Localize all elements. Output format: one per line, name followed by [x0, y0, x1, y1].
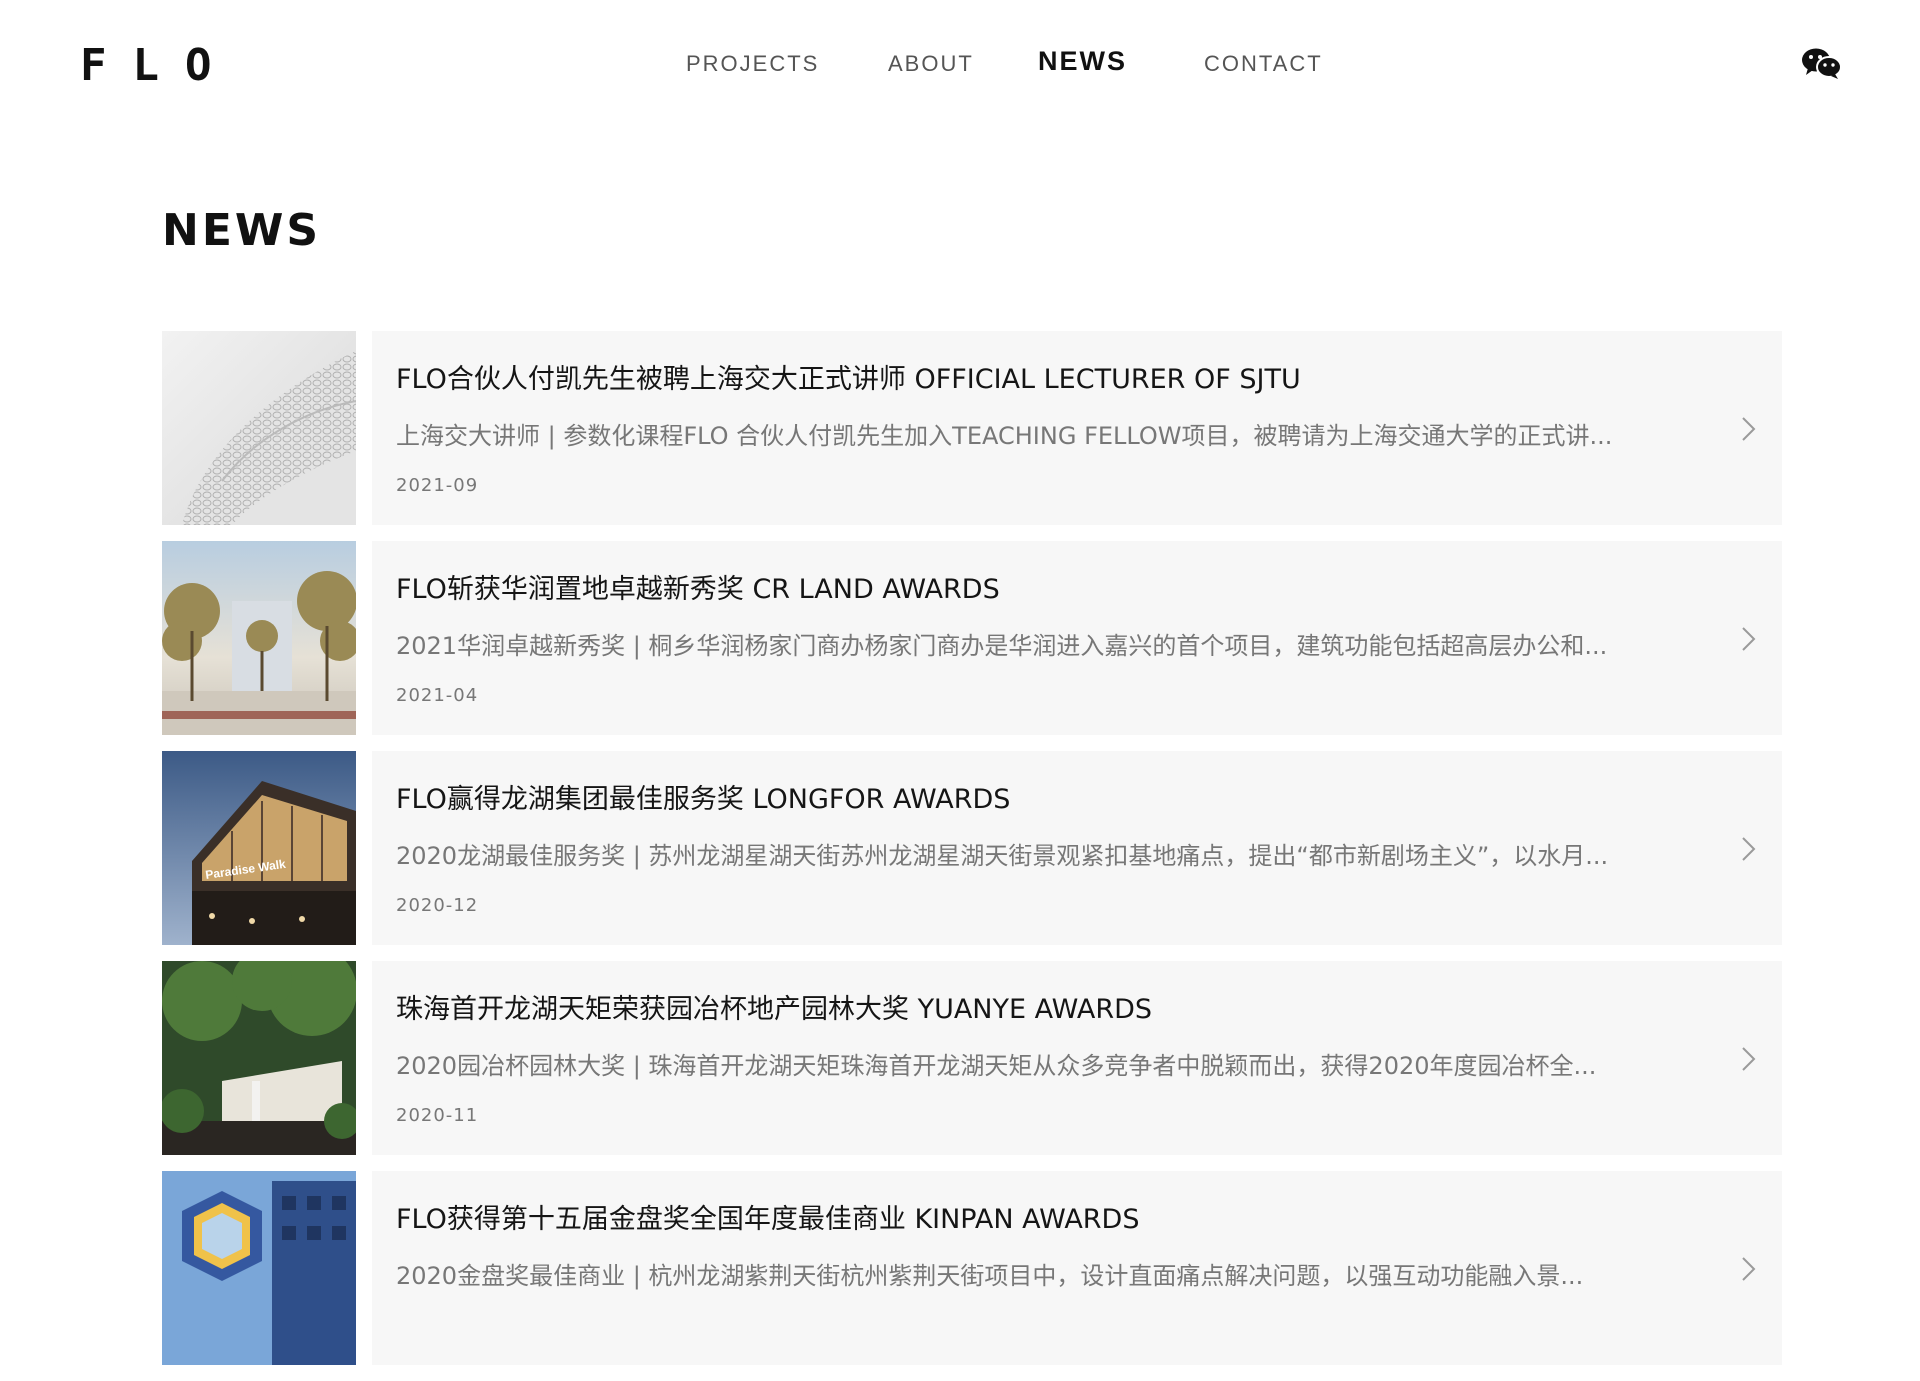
chevron-right-icon[interactable] — [1740, 415, 1758, 443]
news-thumbnail[interactable]: Paradise Walk — [162, 751, 356, 945]
news-thumbnail[interactable] — [162, 331, 356, 525]
chevron-right-icon[interactable] — [1740, 835, 1758, 863]
nav-about[interactable]: ABOUT — [888, 48, 974, 80]
news-date: 2021-04 — [396, 685, 479, 706]
news-item[interactable]: Paradise Walk FLO赢得龙湖集团最佳服务奖 LONGFOR AWA… — [162, 751, 1782, 945]
news-title[interactable]: FLO斩获华润置地卓越新秀奖 CR LAND AWARDS — [396, 571, 1696, 609]
news-card[interactable]: FLO获得第十五届金盘奖全国年度最佳商业 KINPAN AWARDS 2020金… — [372, 1171, 1782, 1365]
chevron-right-icon[interactable] — [1740, 625, 1758, 653]
news-thumbnail[interactable] — [162, 541, 356, 735]
news-list: FLO合伙人付凯先生被聘上海交大正式讲师 OFFICIAL LECTURER O… — [162, 331, 1782, 1381]
nav-projects[interactable]: PROJECTS — [686, 48, 819, 80]
news-item[interactable]: FLO合伙人付凯先生被聘上海交大正式讲师 OFFICIAL LECTURER O… — [162, 331, 1782, 525]
news-card[interactable]: 珠海首开龙湖天矩荣获园冶杯地产园林大奖 YUANYE AWARDS 2020园冶… — [372, 961, 1782, 1155]
news-thumbnail[interactable] — [162, 961, 356, 1155]
news-card[interactable]: FLO合伙人付凯先生被聘上海交大正式讲师 OFFICIAL LECTURER O… — [372, 331, 1782, 525]
site-header: FLO PROJECTS ABOUT NEWS CONTACT — [0, 0, 1920, 128]
chevron-right-icon[interactable] — [1740, 1045, 1758, 1073]
news-description: 2020龙湖最佳服务奖 | 苏州龙湖星湖天街苏州龙湖星湖天街景观紧扣基地痛点，提… — [396, 842, 1609, 870]
news-title[interactable]: FLO赢得龙湖集团最佳服务奖 LONGFOR AWARDS — [396, 781, 1696, 819]
news-description: 上海交大讲师 | 参数化课程FLO 合伙人付凯先生加入TEACHING FELL… — [396, 422, 1613, 450]
news-date: 2020-11 — [396, 1105, 479, 1126]
news-date: 2020-12 — [396, 895, 479, 916]
news-item[interactable]: FLO斩获华润置地卓越新秀奖 CR LAND AWARDS 2021华润卓越新秀… — [162, 541, 1782, 735]
news-title[interactable]: FLO获得第十五届金盘奖全国年度最佳商业 KINPAN AWARDS — [396, 1201, 1696, 1239]
nav-contact[interactable]: CONTACT — [1204, 48, 1323, 80]
news-item[interactable]: FLO获得第十五届金盘奖全国年度最佳商业 KINPAN AWARDS 2020金… — [162, 1171, 1782, 1365]
news-description: 2020园冶杯园林大奖 | 珠海首开龙湖天矩珠海首开龙湖天矩从众多竞争者中脱颖而… — [396, 1052, 1597, 1080]
news-title[interactable]: 珠海首开龙湖天矩荣获园冶杯地产园林大奖 YUANYE AWARDS — [396, 991, 1696, 1029]
page-title: NEWS — [162, 205, 322, 256]
news-item[interactable]: 珠海首开龙湖天矩荣获园冶杯地产园林大奖 YUANYE AWARDS 2020园冶… — [162, 961, 1782, 1155]
wechat-icon[interactable] — [1800, 46, 1844, 80]
nav-news[interactable]: NEWS — [1038, 45, 1127, 77]
news-title[interactable]: FLO合伙人付凯先生被聘上海交大正式讲师 OFFICIAL LECTURER O… — [396, 361, 1696, 399]
news-date: 2021-09 — [396, 475, 479, 496]
news-description: 2020金盘奖最佳商业 | 杭州龙湖紫荆天街杭州紫荆天街项目中，设计直面痛点解决… — [396, 1262, 1584, 1290]
chevron-right-icon[interactable] — [1740, 1255, 1758, 1283]
news-thumbnail[interactable] — [162, 1171, 356, 1365]
main-nav: PROJECTS ABOUT NEWS CONTACT — [0, 45, 1920, 80]
news-card[interactable]: FLO斩获华润置地卓越新秀奖 CR LAND AWARDS 2021华润卓越新秀… — [372, 541, 1782, 735]
news-description: 2021华润卓越新秀奖 | 桐乡华润杨家门商办杨家门商办是华润进入嘉兴的首个项目… — [396, 632, 1608, 660]
news-card[interactable]: FLO赢得龙湖集团最佳服务奖 LONGFOR AWARDS 2020龙湖最佳服务… — [372, 751, 1782, 945]
